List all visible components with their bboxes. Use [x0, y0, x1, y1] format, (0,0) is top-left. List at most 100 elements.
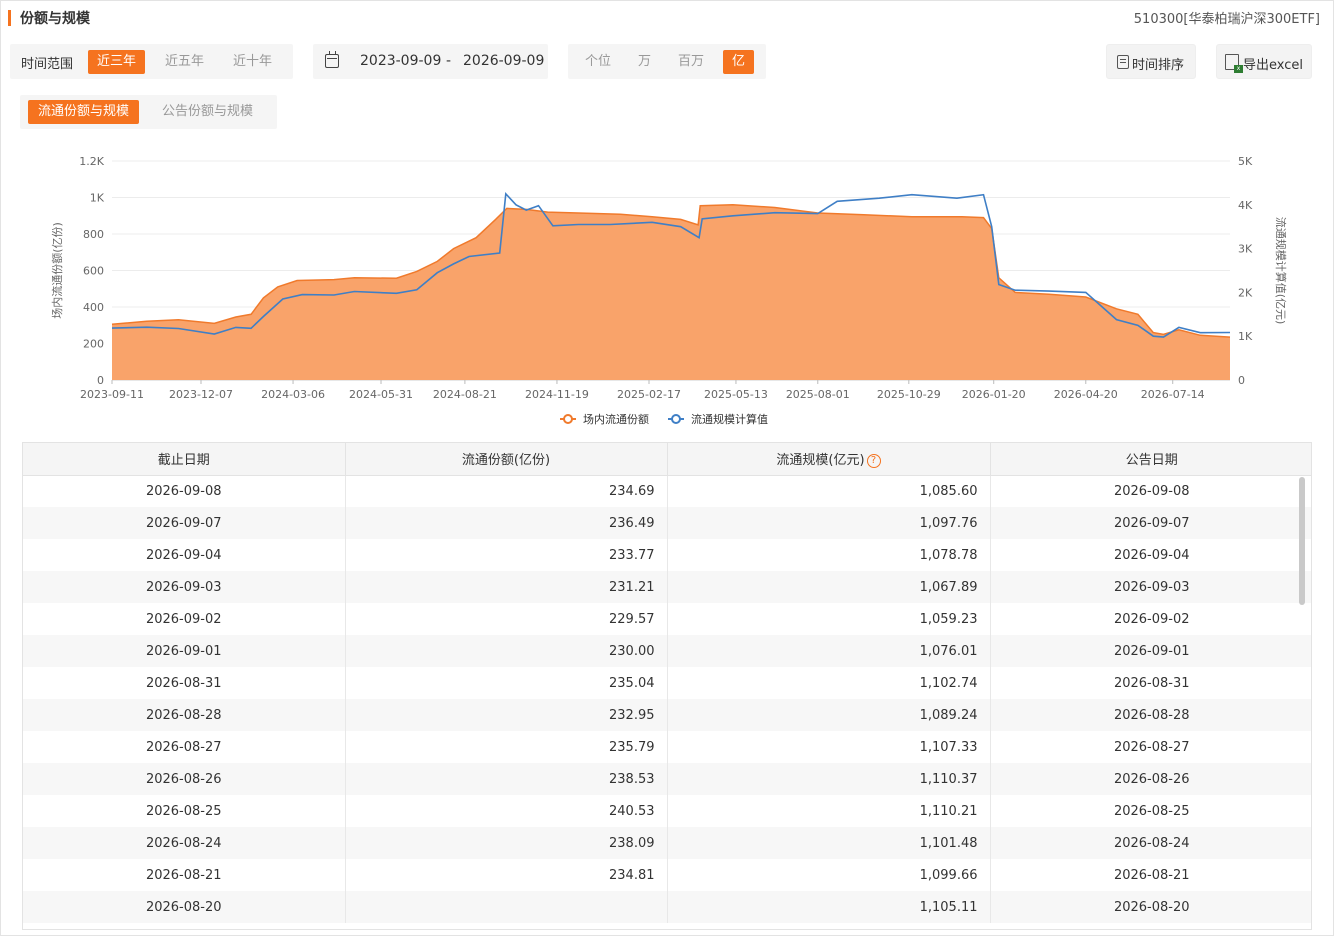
- column-header-announce-date[interactable]: 公告日期: [990, 443, 1311, 476]
- time-sort-label: 时间排序: [1132, 58, 1185, 73]
- table-row: 2026-09-04 233.77 1,078.78 2026-09-04: [23, 539, 1311, 571]
- right-axis-tick: 4K: [1238, 199, 1253, 212]
- cell-scale: 1,078.78: [667, 539, 991, 571]
- cell-end-date: 2026-09-08: [23, 475, 346, 507]
- x-axis-tick: 2025-02-17: [617, 388, 681, 401]
- tab-circulating-share-scale[interactable]: 流通份额与规模: [28, 100, 140, 124]
- x-axis-tick: 2024-11-19: [525, 388, 589, 401]
- calendar-icon: [325, 51, 339, 68]
- range-option-5y[interactable]: 近五年: [156, 50, 213, 74]
- table-scrollbar[interactable]: [1299, 477, 1305, 605]
- table-row: 2026-08-31 235.04 1,102.74 2026-08-31: [23, 667, 1311, 699]
- table-row: 2026-08-26 238.53 1,110.37 2026-08-26: [23, 763, 1311, 795]
- cell-scale: 1,089.24: [667, 699, 991, 731]
- cell-scale: 1,085.60: [667, 475, 991, 507]
- left-axis-tick: 400: [83, 301, 104, 314]
- cell-end-date: 2026-08-20: [23, 891, 346, 923]
- cell-share: 234.81: [345, 859, 668, 891]
- cell-end-date: 2026-08-25: [23, 795, 346, 827]
- cell-announce-date: 2026-09-04: [1113, 547, 1190, 563]
- table-row: 2026-08-24 238.09 1,101.48 2026-08-24: [23, 827, 1311, 859]
- cell-announce-date: 2026-09-02: [1113, 611, 1190, 627]
- right-axis-tick: 3K: [1238, 243, 1253, 256]
- time-range-group: 时间范围 近三年 近五年 近十年: [10, 44, 293, 79]
- date-range-picker[interactable]: 2023-09-09 - 2026-09-09: [313, 44, 548, 79]
- x-axis-tick: 2024-03-06: [261, 388, 325, 401]
- cell-announce-date: 2026-09-01: [990, 635, 1311, 667]
- cell-share: 231.21: [345, 571, 668, 603]
- left-axis-title: 场内流通份额(亿份): [50, 222, 64, 319]
- cell-announce-date: 2026-09-08: [1113, 483, 1190, 499]
- cell-share: 236.49: [345, 507, 668, 539]
- column-header-end-date[interactable]: 截止日期: [23, 443, 346, 476]
- date-end[interactable]: 2026-09-09: [463, 53, 544, 69]
- cell-scale: 1,110.37: [667, 763, 991, 795]
- view-tabs: 流通份额与规模 公告份额与规模: [20, 95, 277, 129]
- cell-announce-date: 2026-08-21: [1113, 867, 1190, 883]
- table-header-row: 截止日期 流通份额(亿份) 流通规模(亿元)? 公告日期: [23, 443, 1311, 476]
- x-axis-tick: 2024-08-21: [433, 388, 497, 401]
- column-header-scale[interactable]: 流通规模(亿元)?: [667, 443, 991, 476]
- table-row: 2026-08-28 232.95 1,089.24 2026-08-28: [23, 699, 1311, 731]
- tab-announced-share-scale[interactable]: 公告份额与规模: [152, 100, 263, 124]
- right-axis-tick: 0: [1238, 374, 1245, 387]
- unit-option-ones[interactable]: 个位: [576, 50, 620, 74]
- cell-end-date: 2026-09-01: [23, 635, 346, 667]
- cell-announce-date: 2026-08-26: [990, 763, 1311, 795]
- cell-end-date: 2026-08-21: [23, 859, 346, 891]
- left-axis-tick: 1.2K: [79, 155, 104, 168]
- unit-option-million[interactable]: 百万: [669, 50, 713, 74]
- export-excel-label: 导出excel: [1243, 58, 1303, 73]
- panel-title: 份额与规模: [20, 11, 90, 27]
- cell-scale: 1,102.74: [667, 667, 991, 699]
- table-row: 2026-08-25 240.53 1,110.21 2026-08-25: [23, 795, 1311, 827]
- range-option-10y[interactable]: 近十年: [224, 50, 281, 74]
- range-option-3y[interactable]: 近三年: [88, 50, 146, 74]
- export-excel-button[interactable]: x 导出excel: [1216, 44, 1312, 79]
- cell-scale: 1,076.01: [667, 635, 991, 667]
- x-axis-tick: 2025-10-29: [877, 388, 941, 401]
- cell-share: 238.09: [345, 827, 668, 859]
- cell-announce-date: 2026-08-27: [1113, 739, 1190, 755]
- cell-end-date: 2026-08-27: [23, 731, 346, 763]
- legend-share-label: 场内流通份额: [583, 412, 649, 426]
- date-start[interactable]: 2023-09-09: [360, 53, 441, 69]
- cell-share: 235.04: [345, 667, 668, 699]
- right-axis-title: 流通规模计算值(亿元): [1274, 217, 1288, 325]
- table-row: 2026-08-20 1,105.11 2026-08-20: [23, 891, 1311, 923]
- time-sort-button[interactable]: 时间排序: [1106, 44, 1196, 79]
- column-header-share[interactable]: 流通份额(亿份): [345, 443, 668, 476]
- cell-end-date: 2026-08-26: [23, 763, 346, 795]
- cell-scale: 1,067.89: [667, 571, 991, 603]
- excel-icon: x: [1225, 54, 1243, 73]
- help-icon[interactable]: ?: [866, 453, 881, 468]
- cell-announce-date: 2026-09-07: [990, 507, 1311, 539]
- cell-scale: 1,099.66: [667, 859, 991, 891]
- cell-share: 232.95: [345, 699, 668, 731]
- table-row: 2026-09-01 230.00 1,076.01 2026-09-01: [23, 635, 1311, 667]
- unit-option-wan[interactable]: 万: [629, 50, 660, 74]
- cell-announce-date: 2026-08-31: [1113, 675, 1190, 691]
- table-row: 2026-09-03 231.21 1,067.89 2026-09-03: [23, 571, 1311, 603]
- panel-header: 份额与规模 510300[华泰柏瑞沪深300ETF]: [8, 6, 1326, 30]
- right-axis-tick: 1K: [1238, 330, 1253, 343]
- cell-scale: 1,097.76: [667, 507, 991, 539]
- cell-share: 229.57: [345, 603, 668, 635]
- left-axis-tick: 0: [97, 374, 104, 387]
- cell-announce-date: 2026-08-28: [990, 699, 1311, 731]
- table-row: 2026-08-27 235.79 1,107.33 2026-08-27: [23, 731, 1311, 763]
- left-axis-tick: 200: [83, 338, 104, 351]
- cell-share: 233.77: [345, 539, 668, 571]
- cell-end-date: 2026-09-04: [23, 539, 346, 571]
- cell-end-date: 2026-09-02: [23, 603, 346, 635]
- cell-announce-date: 2026-08-25: [1113, 803, 1190, 819]
- left-axis-tick: 1K: [90, 192, 105, 205]
- unit-option-yi[interactable]: 亿: [723, 50, 755, 74]
- toolbar: 时间范围 近三年 近五年 近十年 2023-09-09 - 2026-09-09…: [10, 44, 1320, 80]
- cell-share: 240.53: [345, 795, 668, 827]
- unit-group: 个位 万 百万 亿: [568, 44, 766, 79]
- sort-icon: [1117, 55, 1129, 69]
- cell-announce-date: 2026-08-20: [990, 891, 1311, 923]
- cell-end-date: 2026-08-28: [23, 699, 346, 731]
- x-axis-tick: 2026-04-20: [1054, 388, 1118, 401]
